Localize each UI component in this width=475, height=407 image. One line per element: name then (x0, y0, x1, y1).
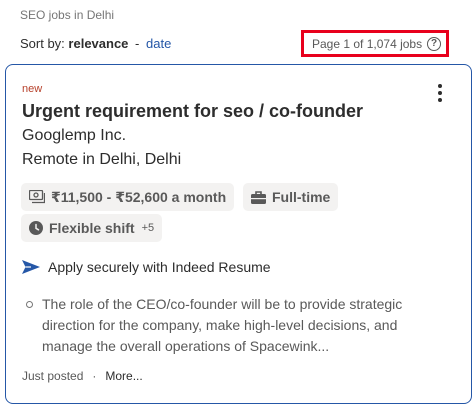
job-count-indicator: Page 1 of 1,074 jobs ? (301, 30, 449, 57)
apply-text: Apply securely with Indeed Resume (48, 259, 271, 275)
sort-separator: - (135, 36, 140, 51)
shift-more-count: +5 (141, 222, 155, 234)
sort-controls: Sort by: relevance - date (20, 36, 171, 51)
footer-separator: · (92, 369, 97, 383)
job-type-text: Full-time (272, 189, 331, 205)
job-location: Remote in Delhi, Delhi (22, 151, 182, 168)
more-link[interactable]: More... (105, 369, 142, 383)
bullet-marker (26, 301, 33, 308)
job-card[interactable]: new Urgent requirement for seo / co-foun… (5, 64, 472, 404)
send-arrow-icon (22, 260, 40, 274)
salary-chip: ₹11,500 - ₹52,600 a month (21, 183, 235, 211)
sort-relevance-option[interactable]: relevance (68, 36, 128, 51)
page-count-text: Page 1 of 1,074 jobs (312, 36, 423, 51)
company-name: Googlemp Inc. (22, 127, 127, 144)
sort-date-link[interactable]: date (146, 36, 171, 51)
shift-text: Flexible shift (49, 220, 135, 236)
kebab-menu-icon[interactable] (433, 83, 447, 103)
shift-chip: Flexible shift +5 (21, 214, 163, 242)
help-icon[interactable]: ? (427, 36, 442, 51)
posted-date: Just posted (22, 369, 84, 383)
job-snippet: The role of the CEO/co-founder will be t… (42, 296, 403, 354)
breadcrumb: SEO jobs in Delhi (20, 8, 115, 22)
sort-label: Sort by: (20, 36, 65, 51)
money-icon (29, 190, 45, 204)
briefcase-icon (251, 190, 266, 204)
new-badge: new (22, 83, 43, 95)
job-footer: Just posted · More... (22, 369, 143, 383)
salary-text: ₹11,500 - ₹52,600 a month (51, 188, 227, 205)
easy-apply-row: Apply securely with Indeed Resume (22, 259, 271, 275)
job-type-chip: Full-time (243, 183, 339, 211)
job-title-link[interactable]: Urgent requirement for seo / co-founder (22, 101, 363, 122)
clock-icon (29, 221, 43, 235)
